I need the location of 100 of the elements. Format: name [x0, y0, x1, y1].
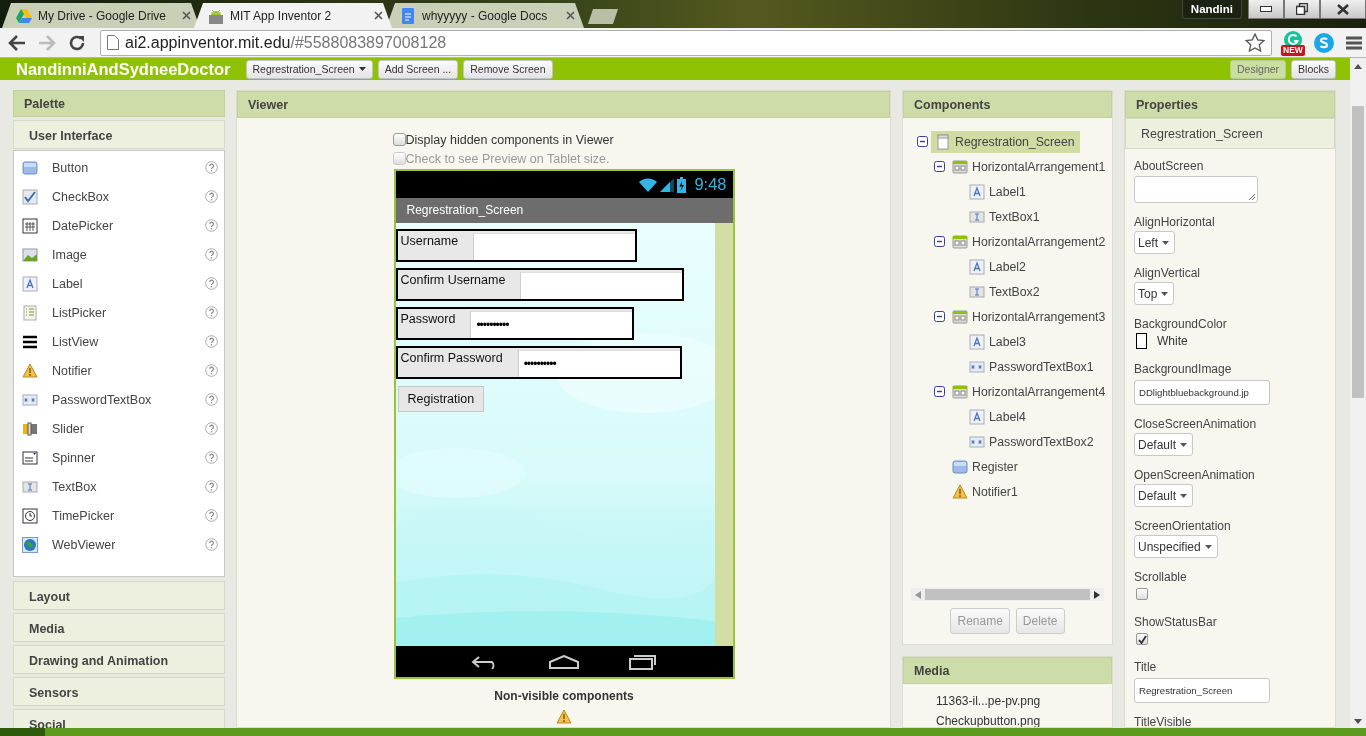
star-icon[interactable]: [1245, 33, 1265, 52]
help-icon[interactable]: [205, 509, 218, 522]
chat-extension-icon[interactable]: [1314, 32, 1334, 53]
close-icon[interactable]: [374, 11, 383, 20]
dropdown[interactable]: Default: [1134, 433, 1194, 456]
text-field[interactable]: ••••••••••: [470, 311, 633, 338]
palette-item[interactable]: Notifier: [14, 356, 224, 385]
text-field[interactable]: [473, 233, 636, 260]
help-icon[interactable]: [205, 335, 218, 348]
text-area[interactable]: [1134, 176, 1258, 203]
recents-icon[interactable]: [629, 653, 658, 670]
tree-item[interactable]: HorizontalArrangement3: [948, 305, 1111, 328]
tree-item[interactable]: Label3: [965, 330, 1031, 353]
tree-item[interactable]: TextBox1: [965, 205, 1045, 228]
forward-icon[interactable]: [38, 34, 56, 51]
scroll-up-icon[interactable]: [1354, 64, 1362, 69]
horizontal-scrollbar[interactable]: [911, 588, 1104, 601]
dropdown[interactable]: Left: [1134, 231, 1175, 254]
category-header[interactable]: Layout: [13, 581, 225, 610]
toolbar-button[interactable]: Add Screen ...: [377, 59, 459, 79]
palette-item[interactable]: Slider: [14, 414, 224, 443]
category-header[interactable]: Sensors: [13, 677, 225, 706]
help-icon[interactable]: [205, 219, 218, 232]
tree-item[interactable]: HorizontalArrangement1: [948, 155, 1111, 178]
help-icon[interactable]: [205, 393, 218, 406]
palette-item[interactable]: DatePicker: [14, 211, 224, 240]
palette-item[interactable]: Spinner: [14, 443, 224, 472]
help-icon[interactable]: [205, 451, 218, 464]
media-file[interactable]: 11363-il...pe-pv.png: [903, 691, 1112, 711]
help-icon[interactable]: [205, 422, 218, 435]
restore-button[interactable]: [1284, 0, 1320, 19]
mode-button[interactable]: Designer: [1230, 59, 1287, 79]
palette-item[interactable]: Image: [14, 240, 224, 269]
toolbar-button[interactable]: Remove Screen: [463, 59, 553, 79]
minimize-button[interactable]: [1248, 0, 1284, 19]
reload-icon[interactable]: [68, 33, 86, 52]
dropdown[interactable]: Default: [1134, 484, 1194, 507]
tree-item[interactable]: TextBox2: [965, 280, 1045, 303]
help-icon[interactable]: [205, 306, 218, 319]
palette-item[interactable]: ListPicker: [14, 298, 224, 327]
close-window-button[interactable]: [1320, 0, 1366, 19]
help-icon[interactable]: [205, 248, 218, 261]
menu-icon[interactable]: [1346, 35, 1362, 50]
browser-tab[interactable]: MIT App Inventor 2: [194, 3, 392, 28]
collapse-icon[interactable]: [933, 311, 945, 322]
palette-item[interactable]: TimePicker: [14, 501, 224, 530]
help-icon[interactable]: [205, 538, 218, 551]
palette-item[interactable]: CheckBox: [14, 182, 224, 211]
help-icon[interactable]: [205, 190, 218, 203]
tree-item[interactable]: PasswordTextBox1: [965, 355, 1099, 378]
tree-item[interactable]: Notifier1: [948, 480, 1023, 503]
palette-item[interactable]: Button: [14, 153, 224, 182]
category-header[interactable]: Drawing and Animation: [13, 645, 225, 674]
text-field[interactable]: DDlightbluebackground.jp: [1134, 380, 1270, 405]
tree-item[interactable]: PasswordTextBox2: [965, 430, 1099, 453]
checkbox[interactable]: [1136, 588, 1148, 600]
checkbox[interactable]: [1136, 633, 1148, 645]
dropdown[interactable]: Unspecified: [1134, 535, 1218, 558]
address-bar[interactable]: ai2.appinventor.mit.edu/#5588083897008128: [100, 29, 1272, 56]
checkbox[interactable]: [392, 133, 406, 146]
media-file[interactable]: Checkupbutton.png: [903, 711, 1112, 727]
collapse-icon[interactable]: [933, 161, 945, 172]
mode-button[interactable]: Blocks: [1291, 59, 1336, 79]
palette-item[interactable]: Label: [14, 269, 224, 298]
palette-item[interactable]: WebViewer: [14, 530, 224, 559]
back-icon[interactable]: [8, 34, 26, 51]
tree-item[interactable]: Label2: [965, 255, 1031, 278]
scrollbar-thumb[interactable]: [1352, 106, 1364, 398]
close-icon[interactable]: [566, 11, 575, 20]
palette-item[interactable]: TextBox: [14, 472, 224, 501]
home-icon[interactable]: [549, 654, 579, 669]
help-icon[interactable]: [205, 277, 218, 290]
text-field[interactable]: ••••••••••: [517, 350, 680, 377]
tree-item[interactable]: Label1: [965, 180, 1031, 203]
registration-button[interactable]: Registration: [397, 386, 485, 412]
category-header[interactable]: Media: [13, 613, 225, 642]
new-tab-button[interactable]: [588, 9, 618, 24]
tree-item[interactable]: Regrestration_Screen: [931, 130, 1080, 153]
collapse-icon[interactable]: [916, 136, 928, 147]
scroll-down-icon[interactable]: [1354, 719, 1362, 724]
close-icon[interactable]: [182, 11, 191, 20]
category-header[interactable]: User Interface: [13, 120, 225, 149]
profile-badge[interactable]: Nandini: [1181, 0, 1242, 19]
color-swatch[interactable]: [1136, 333, 1147, 349]
text-field[interactable]: Regrestration_Screen: [1134, 678, 1270, 703]
text-field[interactable]: [520, 272, 683, 299]
tree-item[interactable]: Label4: [965, 405, 1031, 428]
extension-button[interactable]: NEW: [1284, 30, 1302, 55]
dropdown[interactable]: Top: [1134, 282, 1175, 305]
collapse-icon[interactable]: [933, 386, 945, 397]
tree-item[interactable]: HorizontalArrangement2: [948, 230, 1111, 253]
help-icon[interactable]: [205, 364, 218, 377]
screen-dropdown[interactable]: Regrestration_Screen: [245, 59, 373, 79]
palette-item[interactable]: ListView: [14, 327, 224, 356]
tree-item[interactable]: Register: [948, 455, 1023, 478]
collapse-icon[interactable]: [933, 236, 945, 247]
tree-item[interactable]: HorizontalArrangement4: [948, 380, 1111, 403]
help-icon[interactable]: [205, 161, 218, 174]
palette-item[interactable]: PasswordTextBox: [14, 385, 224, 414]
help-icon[interactable]: [205, 480, 218, 493]
